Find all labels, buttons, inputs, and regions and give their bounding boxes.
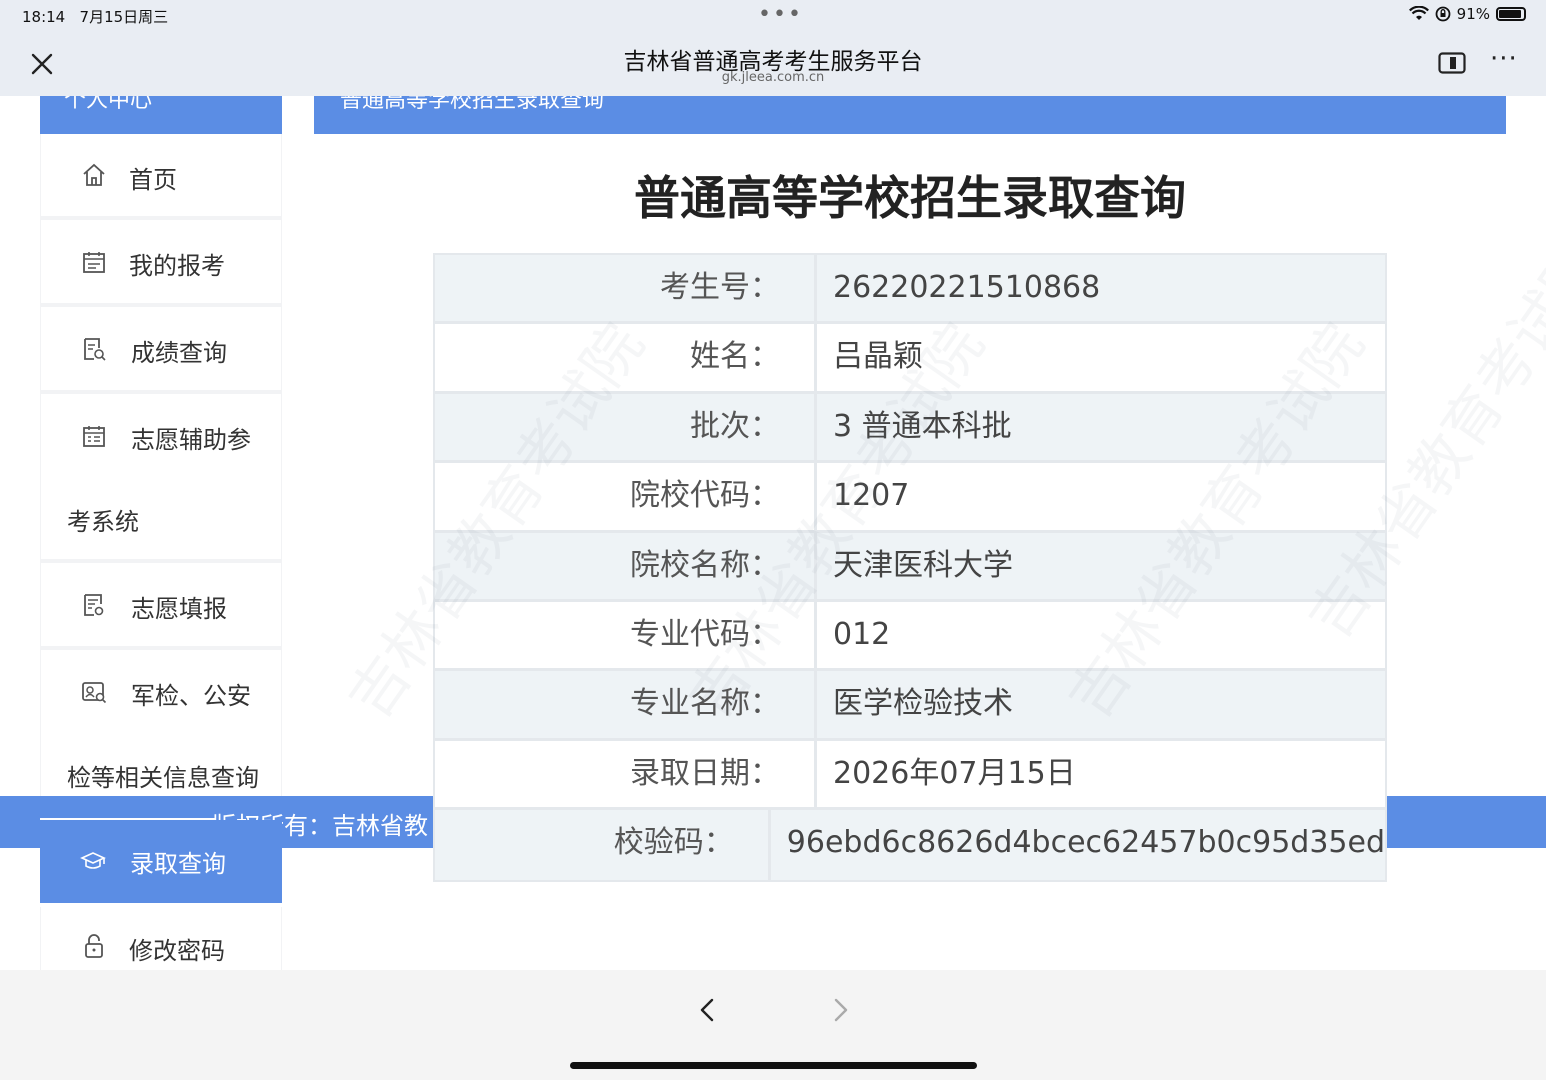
sidebar-item-label: 修改密码	[129, 937, 225, 965]
field-value: 医学检验技术	[833, 686, 1013, 722]
sidebar-item-my-registration[interactable]: 我的报考	[40, 220, 282, 307]
id-search-icon	[82, 682, 107, 704]
table-row: 录取日期： 2026年07月15日	[435, 740, 1385, 811]
sidebar-item-label: 我的报考	[129, 252, 225, 280]
sidebar-item-volunteer-fill[interactable]: 志愿填报	[40, 563, 282, 650]
home-icon	[83, 163, 105, 186]
sidebar-item-home[interactable]: 首页	[40, 134, 282, 220]
table-row: 院校代码： 1207	[435, 463, 1385, 533]
field-value: 2026年07月15日	[833, 755, 1076, 791]
table-row: 专业名称： 医学检验技术	[435, 671, 1385, 741]
sidebar-item-score-query[interactable]: 成绩查询	[40, 307, 282, 394]
field-value: 吕晶颖	[833, 339, 923, 375]
tab-switch-icon[interactable]	[1438, 52, 1466, 74]
status-indicators: 91%	[1408, 5, 1526, 23]
browser-header: 吉林省普通高考考生服务平台 gk.jleea.com.cn ···	[0, 32, 1546, 96]
sidebar-item-label: 录取查询	[130, 850, 226, 878]
home-indicator[interactable]	[570, 1062, 977, 1069]
sidebar-item-military-police-check[interactable]: 军检、公安 检等相关信息查询	[40, 650, 282, 820]
main-header: 普通高等学校招生录取查询	[314, 96, 1506, 134]
score-search-icon	[84, 338, 106, 361]
sidebar-item-change-password[interactable]: 修改密码	[40, 907, 282, 970]
sidebar: 首页 我的报考 成绩查询 志愿辅助参 考系统 志愿填报 军检、公安 检等相关信息…	[40, 134, 282, 820]
field-value: 012	[833, 616, 891, 652]
back-arrow-icon[interactable]	[694, 996, 722, 1024]
sidebar-item-admission-query[interactable]: 录取查询	[40, 820, 282, 903]
table-row: 姓名： 吕晶颖	[435, 324, 1385, 394]
field-label: 姓名：	[435, 324, 817, 391]
calendar-list-icon	[83, 426, 105, 447]
field-label: 专业名称：	[435, 671, 817, 738]
field-label: 校验码：	[435, 810, 771, 880]
table-row: 院校名称： 天津医科大学	[435, 532, 1385, 602]
sidebar-item-label: 军检、公安	[131, 682, 251, 710]
field-value: 3 普通本科批	[833, 408, 1012, 444]
sidebar-header: 个人中心	[40, 96, 282, 134]
calendar-icon	[83, 252, 105, 273]
forward-arrow-icon[interactable]	[826, 996, 854, 1024]
field-value: 天津医科大学	[833, 547, 1013, 583]
status-time: 18:14 7月15日周三	[22, 8, 169, 26]
sidebar-item-label: 首页	[129, 166, 177, 194]
sidebar-item-volunteer-assist[interactable]: 志愿辅助参 考系统	[40, 394, 282, 563]
more-options-icon[interactable]: ···	[1490, 44, 1518, 74]
field-value: 26220221510868	[833, 270, 1101, 305]
field-label: 批次：	[435, 393, 817, 461]
page-content: 个人中心 普通高等学校招生录取查询 首页 我的报考 成绩查询 志愿辅助参 考系统…	[0, 96, 1546, 970]
battery-icon	[1496, 7, 1526, 21]
field-value: 96ebd6c8626d4bcec62457b0c95d35ed	[786, 825, 1385, 861]
field-value: 1207	[833, 478, 910, 514]
field-label: 院校名称：	[435, 532, 817, 599]
battery-percent: 91%	[1456, 5, 1490, 23]
field-label: 考生号：	[435, 255, 817, 322]
form-icon	[84, 594, 104, 616]
browser-url: gk.jleea.com.cn	[721, 70, 825, 85]
graduation-cap-icon	[80, 852, 106, 869]
field-label: 录取日期：	[435, 740, 817, 808]
status-bar: 18:14 7月15日周三 ••• 91%	[0, 0, 1546, 32]
field-label: 专业代码：	[435, 601, 817, 669]
lock-icon	[85, 934, 103, 958]
page-title: 普通高等学校招生录取查询	[634, 171, 1186, 225]
browser-bottom-bar	[0, 970, 1546, 1080]
sidebar-item-label-continued: 检等相关信息查询	[67, 764, 259, 792]
table-row: 考生号： 26220221510868	[435, 255, 1385, 325]
field-label: 院校代码：	[435, 463, 817, 530]
table-row: 批次： 3 普通本科批	[435, 393, 1385, 464]
wifi-icon	[1408, 6, 1429, 20]
sidebar-item-label-continued: 考系统	[67, 508, 139, 536]
table-row: 专业代码： 012	[435, 601, 1385, 672]
multitask-dots-icon[interactable]: •••	[758, 2, 803, 27]
sidebar-item-label: 志愿辅助参	[131, 426, 251, 454]
sidebar-item-label: 成绩查询	[131, 339, 227, 367]
admission-result-table: 考生号： 26220221510868 姓名： 吕晶颖 批次： 3 普通本科批 院校代码： 1…	[433, 253, 1387, 882]
table-row: 校验码： 96ebd6c8626d4bcec62457b0c95d35ed	[435, 810, 1385, 880]
orientation-lock-icon	[1435, 6, 1451, 22]
sidebar-item-label: 志愿填报	[131, 595, 227, 623]
